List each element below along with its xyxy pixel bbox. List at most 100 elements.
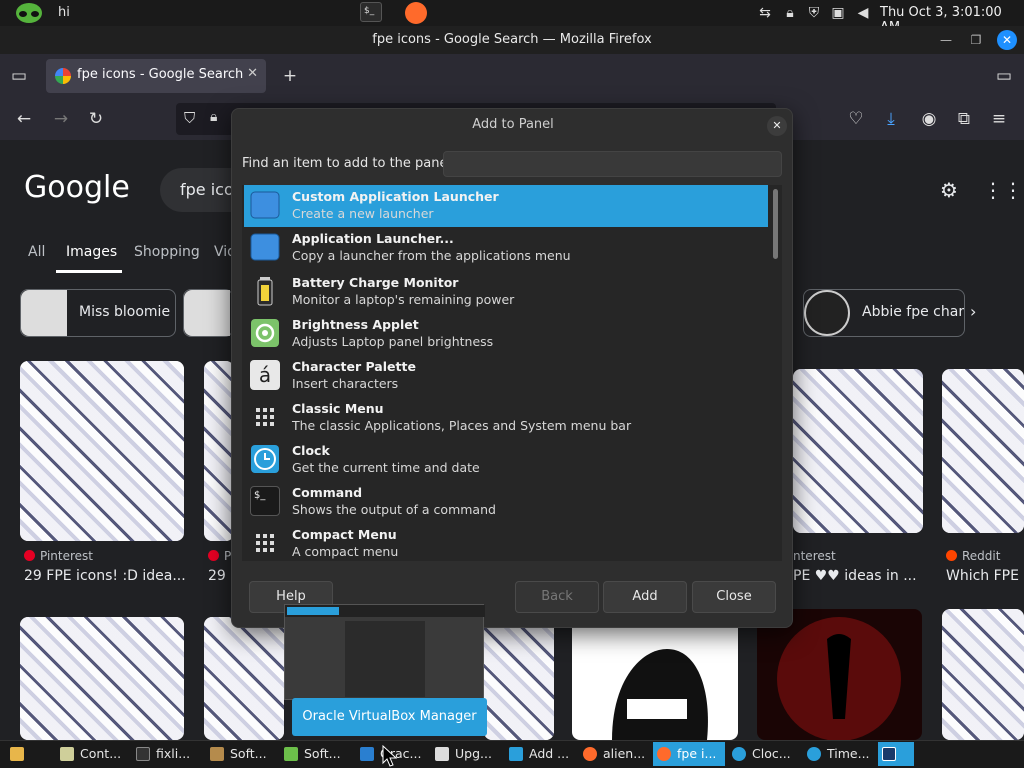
account-icon[interactable]: ◉ (918, 108, 940, 130)
result-source[interactable]: Reddit (946, 549, 1000, 563)
find-input[interactable] (443, 151, 782, 177)
dialog-close-icon[interactable]: ✕ (767, 116, 787, 136)
lock-icon[interactable]: 🔒︎ (780, 3, 800, 23)
taskbar-item[interactable]: Time... (803, 742, 875, 766)
chevron-right-icon[interactable]: › (970, 302, 976, 321)
add-button[interactable]: Add (603, 581, 687, 613)
list-scrollbar[interactable] (773, 189, 778, 259)
list-item[interactable]: Custom Application Launcher Create a new … (244, 185, 768, 227)
image-result[interactable] (757, 609, 922, 740)
list-item[interactable]: Battery Charge Monitor Monitor a laptop's… (244, 271, 768, 313)
firefox-launcher-icon[interactable] (405, 2, 427, 24)
result-source[interactable]: P (208, 549, 231, 563)
grid-icon (256, 408, 274, 426)
firefox-icon (657, 747, 671, 761)
tab-images[interactable]: Images (66, 244, 117, 260)
list-item[interactable]: Clock Get the current time and date (244, 439, 768, 481)
forward-icon[interactable]: → (50, 108, 72, 130)
image-result[interactable] (942, 369, 1024, 533)
taskbar-item[interactable]: Soft... (280, 742, 352, 766)
reddit-icon (946, 550, 957, 561)
chip-thumbnail (21, 290, 67, 336)
chip-partial[interactable] (183, 289, 233, 337)
terminal-launcher-icon[interactable]: $_ (360, 2, 382, 22)
chip-abbie[interactable]: Abbie fpe chara (803, 289, 965, 337)
image-result[interactable] (942, 609, 1024, 740)
user-label: hi (58, 5, 70, 20)
google-logo[interactable]: Google (24, 170, 130, 205)
settings-gear-icon[interactable]: ⚙ (937, 178, 961, 202)
network-icon[interactable]: ⇆ (755, 3, 775, 23)
chip-miss-bloomie[interactable]: Miss bloomie (20, 289, 176, 337)
list-item[interactable]: Compact Menu A compact menu (244, 523, 768, 561)
apps-grid-icon[interactable]: ⋮⋮ (983, 178, 1023, 202)
pocket-icon[interactable]: ♡ (845, 108, 867, 130)
maximize-icon[interactable]: ❐ (966, 30, 986, 50)
result-title[interactable]: Which FPE c (946, 568, 1024, 584)
padlock-icon[interactable]: 🔒︎ (210, 109, 217, 125)
shield-icon[interactable]: ⛉ (184, 109, 195, 127)
image-result[interactable] (204, 617, 284, 740)
taskbar-item[interactable]: Add ... (505, 742, 577, 766)
software-icon (210, 747, 224, 761)
back-icon[interactable]: ← (13, 108, 35, 130)
back-button[interactable]: Back (515, 581, 599, 613)
tab-shopping[interactable]: Shopping (134, 244, 200, 260)
tab-close-icon[interactable]: ✕ (247, 66, 258, 81)
tab-list-icon[interactable]: ▭ (993, 65, 1015, 87)
image-result[interactable] (204, 361, 234, 541)
show-desktop-button[interactable] (878, 742, 914, 766)
extensions-icon[interactable]: ⧉ (953, 108, 975, 130)
window-preview[interactable] (284, 604, 485, 700)
firefox-icon (583, 747, 597, 761)
shield-icon[interactable]: ⛨ (804, 3, 824, 23)
image-result[interactable] (20, 361, 184, 541)
taskbar-item[interactable]: Soft... (206, 742, 278, 766)
alien-menu-icon[interactable] (14, 2, 44, 24)
image-result[interactable] (20, 617, 184, 740)
list-item[interactable]: Brightness Applet Adjusts Laptop panel br… (244, 313, 768, 355)
taskbar-item[interactable]: Cont... (56, 742, 130, 766)
dialog-title: Add to Panel (472, 117, 554, 132)
browser-tab[interactable]: fpe icons - Google Search ✕ (46, 59, 266, 93)
result-title[interactable]: 29 FPE icons! :D idea... (24, 568, 186, 584)
taskbar-item[interactable]: Cloc... (728, 742, 800, 766)
result-source[interactable]: Pinterest (24, 549, 93, 563)
download-icon[interactable]: ⤓ (880, 108, 902, 130)
folder-icon (10, 747, 24, 761)
chip-label: Miss bloomie (79, 304, 171, 320)
tab-overview-icon[interactable]: ▭ (8, 65, 30, 87)
volume-icon[interactable]: ◀ (853, 3, 873, 23)
close-window-icon[interactable]: ✕ (997, 30, 1017, 50)
pinterest-icon (208, 550, 219, 561)
image-result[interactable] (484, 609, 554, 740)
item-list[interactable]: Custom Application Launcher Create a new … (242, 185, 782, 561)
image-result[interactable] (793, 369, 923, 533)
shield-icon (435, 747, 449, 761)
desktop-icon (882, 747, 896, 761)
taskbar-item-active[interactable]: fpe i... (653, 742, 725, 766)
list-item[interactable]: Application Launcher... Copy a launcher f… (244, 227, 768, 269)
minimize-icon[interactable]: — (936, 30, 956, 50)
taskbar-files[interactable] (6, 742, 36, 766)
top-panel: hi $_ ⇆ 🔒︎ ⛨ ▣ ◀ Thu Oct 3, 3:01:00 AM (0, 0, 1024, 35)
brightness-icon (251, 319, 279, 347)
taskbar-item[interactable]: Upg... (431, 742, 503, 766)
tab-all[interactable]: All (28, 244, 45, 260)
menu-icon[interactable]: ≡ (988, 108, 1010, 130)
taskbar-item[interactable]: alien... (579, 742, 651, 766)
result-title[interactable]: PE ♥♥ ideas in ... (793, 568, 917, 584)
chip-thumbnail (804, 290, 850, 336)
close-button[interactable]: Close (692, 581, 776, 613)
image-result[interactable] (572, 609, 738, 740)
taskbar-item[interactable]: fixli... (132, 742, 204, 766)
list-item[interactable]: á Character Palette Insert characters (244, 355, 768, 397)
chip-label: Abbie fpe chara (862, 304, 965, 320)
list-item[interactable]: Classic Menu The classic Applications, Pl… (244, 397, 768, 439)
new-tab-icon[interactable]: + (279, 65, 301, 87)
result-source[interactable]: nterest (793, 549, 836, 563)
reload-icon[interactable]: ↻ (85, 108, 107, 130)
drawing-thumbnail (612, 649, 708, 740)
display-icon[interactable]: ▣ (828, 3, 848, 23)
list-item[interactable]: $_ Command Shows the output of a command (244, 481, 768, 523)
